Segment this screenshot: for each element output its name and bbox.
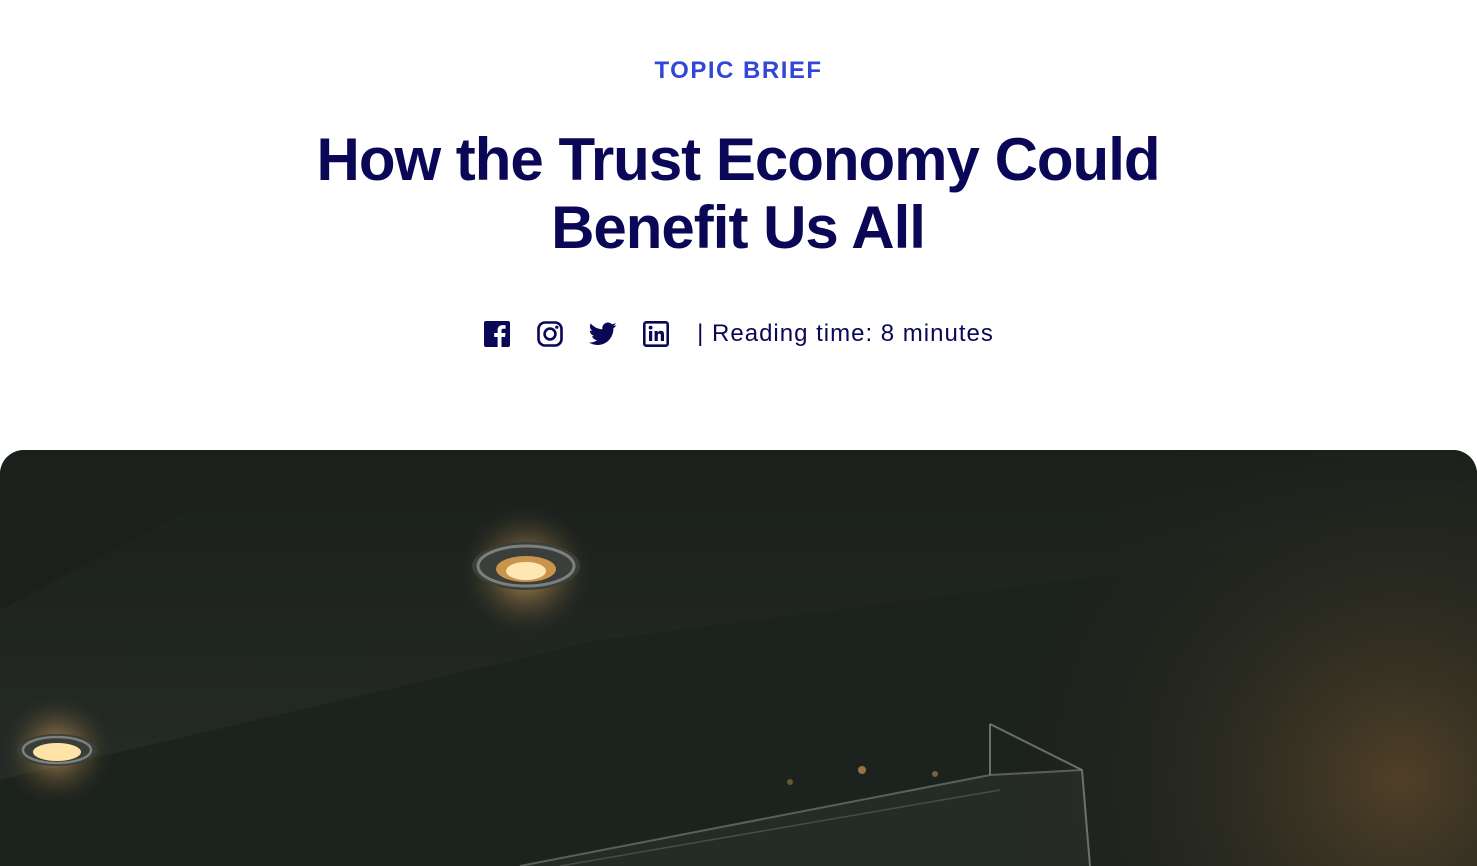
share-and-meta-row: | Reading time: 8 minutes (0, 312, 1477, 356)
linkedin-share-button[interactable] (642, 320, 670, 348)
topic-kicker: TOPIC BRIEF (654, 57, 823, 84)
facebook-share-button[interactable] (483, 320, 511, 348)
social-share-bar (483, 320, 695, 348)
instagram-share-button[interactable] (536, 320, 564, 348)
linkedin-icon (643, 321, 670, 347)
hero-image (0, 450, 1477, 866)
instagram-icon (537, 321, 563, 347)
article-title: How the Trust Economy Could Benefit Us A… (316, 126, 1160, 261)
twitter-icon (589, 322, 617, 345)
facebook-icon (484, 321, 511, 347)
hero-photo-illustration (0, 450, 1477, 866)
article-header-page: TOPIC BRIEF How the Trust Economy Could … (0, 0, 1477, 866)
twitter-share-button[interactable] (589, 320, 617, 348)
reading-time: | Reading time: 8 minutes (697, 320, 994, 347)
